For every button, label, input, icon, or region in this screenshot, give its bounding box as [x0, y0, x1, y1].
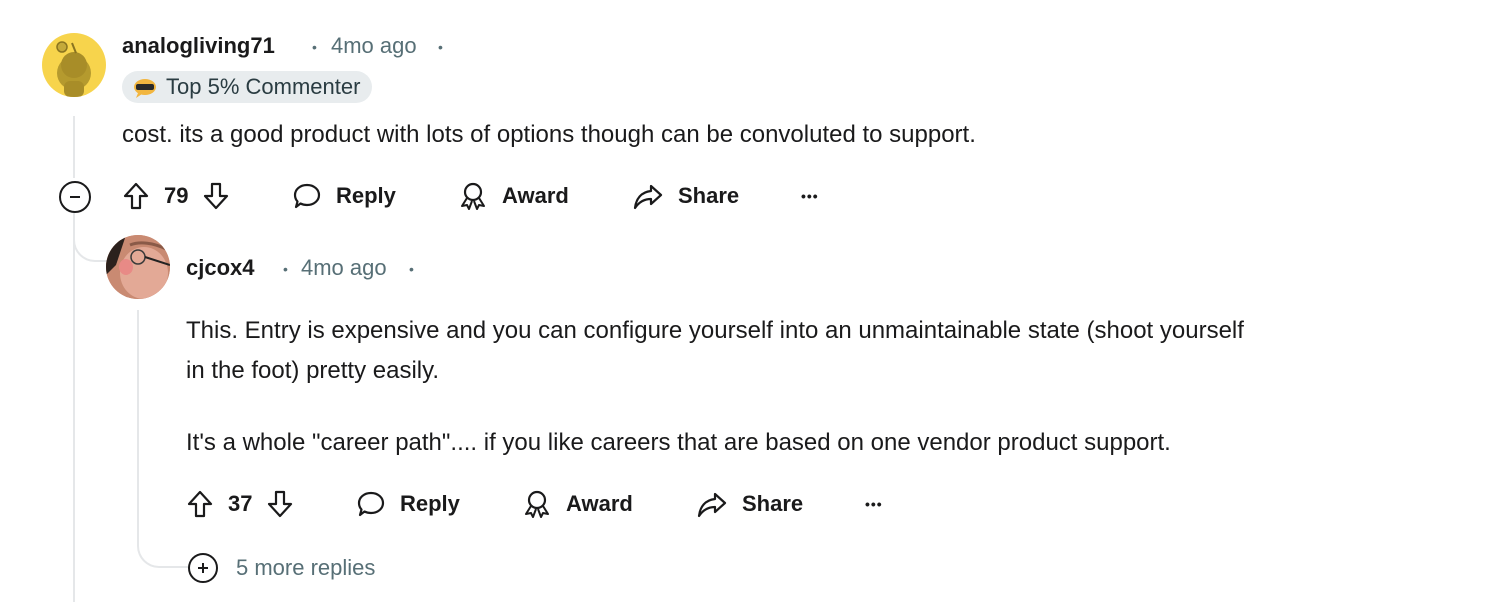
vote-count: 79: [164, 183, 189, 208]
award-button[interactable]: Award: [522, 487, 633, 521]
share-arrow-icon: [633, 184, 663, 210]
badge-label: Top 5% Commenter: [166, 74, 361, 99]
minus-icon: [70, 196, 80, 198]
snoo-avatar-icon: [56, 41, 91, 97]
username[interactable]: analogliving71: [122, 33, 275, 59]
more-options-button[interactable]: •••: [865, 487, 883, 521]
vote-count: 37: [228, 491, 253, 516]
vote-controls: 79: [122, 179, 230, 213]
share-button[interactable]: Share: [696, 487, 803, 521]
more-replies-button[interactable]: 5 more replies: [188, 552, 375, 584]
separator: •: [438, 39, 443, 55]
upvote-icon[interactable]: [186, 489, 214, 519]
award-button[interactable]: Award: [458, 179, 569, 213]
expand-plus-icon: [188, 553, 218, 583]
thread-connector-reply: [73, 212, 109, 262]
downvote-icon[interactable]: [202, 181, 230, 211]
more-options-button[interactable]: •••: [801, 179, 819, 213]
sunglasses-speech-bubble-icon: [132, 77, 158, 98]
avatar[interactable]: [106, 235, 170, 299]
reply-button[interactable]: Reply: [356, 487, 460, 521]
avatar[interactable]: [42, 33, 106, 97]
user-photo-avatar: [106, 235, 170, 299]
ellipsis-icon: •••: [801, 188, 819, 204]
comment-paragraph: cost. its a good product with lots of op…: [122, 121, 976, 148]
award-label: Award: [502, 183, 569, 208]
comment-body: This. Entry is expensive and you can con…: [186, 311, 1486, 463]
timestamp[interactable]: 4mo ago: [331, 33, 417, 59]
comment-paragraph: This. Entry is expensive and you can con…: [186, 317, 1244, 344]
comment-bubble-icon: [357, 491, 385, 517]
share-label: Share: [678, 183, 740, 208]
separator: •: [283, 261, 288, 277]
separator: •: [409, 261, 414, 277]
reply-label: Reply: [400, 491, 460, 516]
username[interactable]: cjcox4: [186, 255, 255, 281]
share-label: Share: [742, 491, 804, 516]
top-commenter-badge[interactable]: Top 5% Commenter: [122, 71, 373, 103]
comment-bubble-icon: [293, 183, 321, 209]
vote-controls: 37: [186, 487, 294, 521]
share-button[interactable]: Share: [632, 179, 739, 213]
ellipsis-icon: •••: [865, 496, 883, 512]
separator: •: [312, 39, 317, 55]
share-arrow-icon: [697, 492, 727, 518]
more-replies-label: 5 more replies: [236, 555, 376, 580]
thread-line-root: [73, 116, 75, 178]
comment-paragraph: It's a whole "career path".... if you li…: [186, 429, 1171, 456]
collapse-thread-button[interactable]: [59, 181, 91, 213]
comment-paragraph: in the foot) pretty easily.: [186, 357, 440, 384]
award-label: Award: [566, 491, 633, 516]
award-icon: [461, 182, 485, 210]
thread-line-root-lower: [73, 212, 75, 602]
reply-label: Reply: [336, 183, 396, 208]
thread-connector-more: [137, 520, 189, 568]
reply-button[interactable]: Reply: [292, 179, 396, 213]
upvote-icon[interactable]: [122, 181, 150, 211]
comment-body: cost. its a good product with lots of op…: [122, 115, 976, 155]
award-icon: [525, 490, 549, 518]
thread-line-reply: [137, 310, 139, 530]
timestamp[interactable]: 4mo ago: [301, 255, 387, 281]
downvote-icon[interactable]: [266, 489, 294, 519]
